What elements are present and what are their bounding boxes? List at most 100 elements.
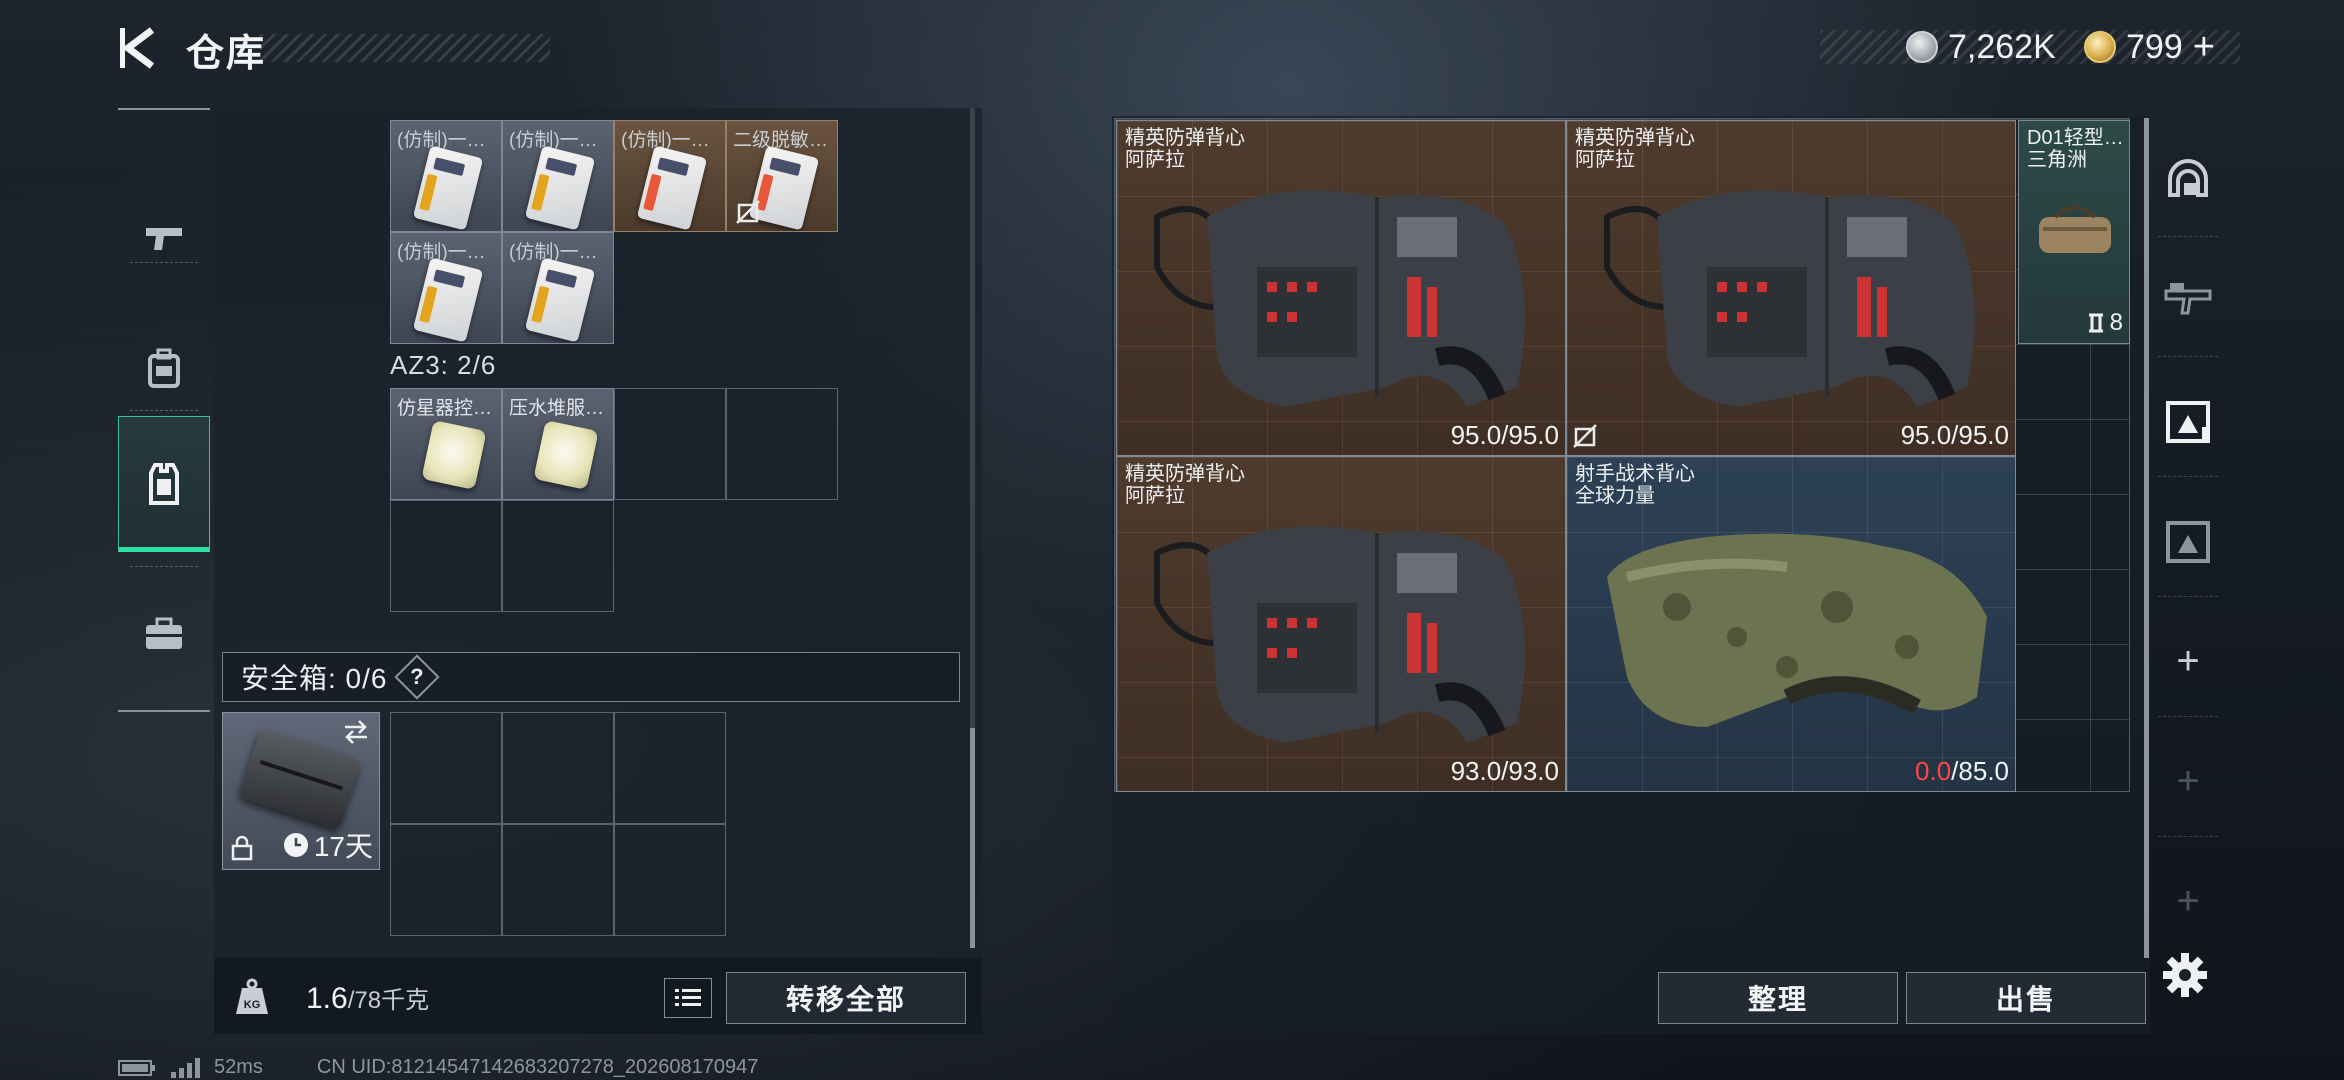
armor-vest-icon — [1604, 190, 1975, 407]
filter-weapon[interactable] — [2150, 244, 2226, 354]
transfer-all-button[interactable]: 转移全部 — [726, 972, 966, 1024]
filter-vest[interactable] — [2150, 366, 2226, 476]
keycard-icon — [524, 145, 596, 231]
weight-current: 1.6 — [306, 982, 348, 1015]
durability: 93.0/93.0 — [1450, 756, 1559, 786]
safebox-slot[interactable] — [390, 712, 502, 824]
days-remaining: 17天 — [313, 831, 373, 862]
page-title: 仓库 — [186, 33, 267, 75]
item-slot[interactable]: (仿制)一… — [614, 120, 726, 232]
gold-coin-icon — [2084, 31, 2116, 63]
gold-amount: 799 — [2126, 27, 2183, 66]
safebox-slot[interactable] — [614, 712, 726, 824]
empty-slot[interactable] — [390, 500, 502, 612]
item-bag[interactable]: D01轻型… 三角洲 8 — [2018, 120, 2130, 344]
sell-button[interactable]: 出售 — [1906, 972, 2146, 1024]
filter-helmet[interactable] — [2150, 124, 2226, 234]
filter-rig[interactable] — [2150, 486, 2226, 596]
nav-weapons[interactable] — [118, 170, 210, 306]
list-icon — [675, 989, 701, 1006]
item-slot[interactable]: 压水堆服… — [502, 388, 614, 500]
container-label: AZ3: 2/6 — [390, 350, 497, 380]
safebox-slot[interactable] — [502, 824, 614, 936]
item-name: (仿制)一… — [397, 130, 486, 151]
safebox-item[interactable]: 17天 — [222, 712, 380, 870]
item-name: 压水堆服… — [509, 398, 605, 419]
add-slot-button[interactable]: + — [2150, 606, 2226, 716]
storage-scrollbar[interactable] — [2144, 118, 2149, 958]
safebox-header: 安全箱: 0/6 ? — [222, 652, 960, 702]
clock-icon — [283, 833, 308, 857]
vest-icon — [149, 463, 179, 505]
user-uid: CN UID:8121454714268320727​8_20260817094… — [316, 1056, 759, 1078]
item-vest[interactable]: 精英防弹背心 阿萨拉 95.0/95.0 — [1566, 120, 2016, 456]
briefcase-icon — [146, 617, 182, 649]
empty-slot[interactable] — [502, 500, 614, 612]
tactical-vest-icon — [1607, 533, 1987, 727]
safebox-label: 安全箱: 0/6 — [241, 663, 388, 694]
no-trade-icon — [736, 200, 760, 224]
gold-currency[interactable]: 799 + — [2084, 24, 2215, 70]
add-currency-button[interactable]: + — [2193, 26, 2215, 69]
swap-icon[interactable] — [341, 719, 371, 745]
item-name: D01轻型… 三角洲 — [2027, 127, 2124, 171]
left-nav — [118, 108, 210, 712]
settings-gear-icon[interactable] — [2162, 952, 2208, 998]
back-icon[interactable] — [118, 24, 162, 72]
right-nav: + + + — [2150, 116, 2226, 1036]
item-vest[interactable]: 精英防弹背心 阿萨拉 95.0/95.0 — [1116, 120, 1566, 456]
durability: 95.0/95.0 — [1450, 420, 1559, 450]
item-slot[interactable]: 二级脱敏… — [726, 120, 838, 232]
item-slot[interactable]: (仿制)一… — [502, 232, 614, 344]
silver-amount: 7,262K — [1948, 27, 2056, 66]
gun-icon — [146, 228, 182, 250]
item-name: 仿星器控… — [397, 398, 493, 419]
safebox-slot[interactable] — [390, 824, 502, 936]
rifle-icon — [2164, 283, 2212, 315]
helmet-icon — [2168, 159, 2208, 197]
add-slot-button[interactable]: + — [2150, 726, 2226, 836]
list-view-button[interactable] — [664, 978, 712, 1018]
duffel-bag-icon — [2039, 206, 2111, 253]
durability: 0.0/85.0 — [1915, 756, 2009, 786]
armor-vest-icon — [1154, 526, 1525, 743]
disc-icon — [533, 420, 599, 490]
item-slot[interactable]: 仿星器控… — [390, 388, 502, 500]
item-name: (仿制)一… — [509, 130, 598, 151]
title-decoration — [260, 34, 550, 62]
item-slot[interactable]: (仿制)一… — [390, 120, 502, 232]
sort-button[interactable]: 整理 — [1658, 972, 1898, 1024]
safebox-slot[interactable] — [614, 824, 726, 936]
safebox-slot[interactable] — [502, 712, 614, 824]
keycard-icon — [524, 257, 596, 343]
inventory-scroll-thumb[interactable] — [970, 728, 975, 948]
durability: 95.0/95.0 — [1900, 420, 2009, 450]
silver-coin-icon — [1906, 31, 1938, 63]
ping: 52ms — [214, 1056, 263, 1078]
backpack-icon — [148, 348, 180, 388]
disc-icon — [421, 420, 487, 490]
silver-currency: 7,262K — [1906, 24, 2056, 70]
keycard-icon — [412, 145, 484, 231]
nav-case[interactable] — [118, 566, 210, 702]
item-vest[interactable]: 精英防弹背心 阿萨拉 93.0/93.0 — [1116, 456, 1566, 792]
capacity-icon — [2088, 313, 2103, 333]
item-name: (仿制)一… — [621, 130, 710, 151]
item-vest[interactable]: 射手战术背心 全球力量 0.0/85.0 — [1566, 456, 2016, 792]
vest-icon — [2166, 521, 2210, 563]
capacity-count: 8 — [2109, 309, 2123, 336]
no-trade-icon — [1573, 424, 1597, 448]
armor-vest-icon — [1154, 190, 1525, 407]
weight-icon: KG — [236, 978, 268, 1014]
keycard-icon — [412, 257, 484, 343]
svg-text:KG: KG — [244, 999, 261, 1011]
help-icon[interactable]: ? — [394, 654, 441, 700]
add-slot-button[interactable]: + — [2150, 846, 2226, 956]
nav-vest[interactable] — [118, 416, 210, 552]
item-name: (仿制)一… — [397, 242, 486, 263]
item-slot[interactable]: (仿制)一… — [390, 232, 502, 344]
status-footer: 52ms CN UID:8121454714268320727​8_202608… — [118, 1056, 758, 1079]
item-name: 二级脱敏… — [733, 130, 829, 151]
item-slot[interactable]: (仿制)一… — [502, 120, 614, 232]
vest-icon — [2166, 401, 2210, 443]
